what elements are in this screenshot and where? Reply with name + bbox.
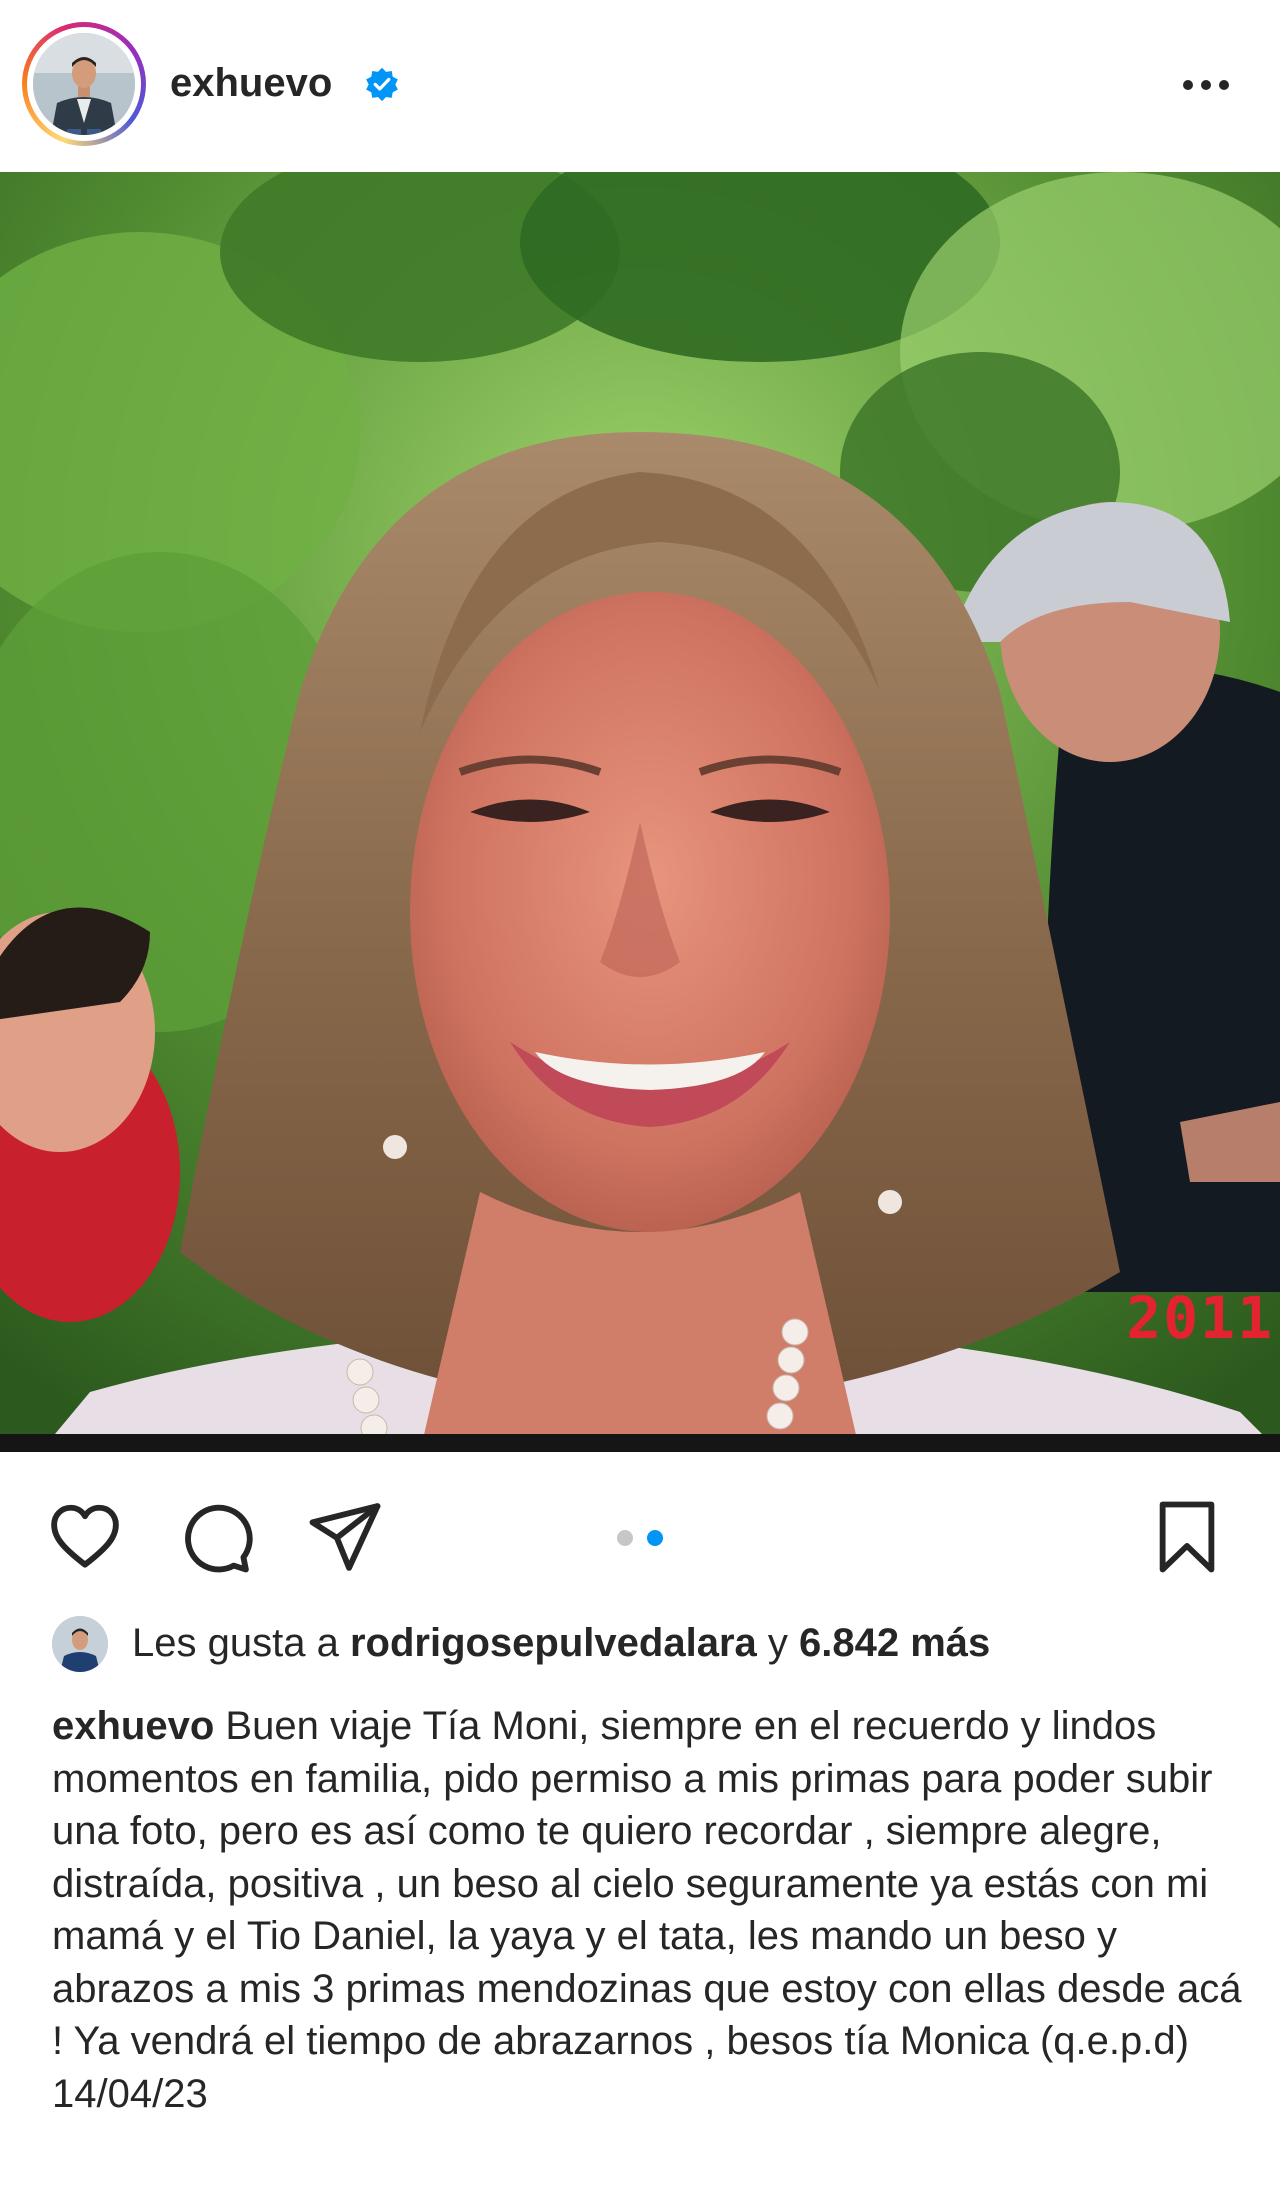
profile-avatar-story-ring[interactable] [22, 22, 146, 146]
paper-plane-icon[interactable] [306, 1498, 384, 1576]
liker-username-link[interactable]: rodrigosepulvedalara [350, 1621, 757, 1665]
caption-username[interactable]: exhuevo [52, 1704, 214, 1748]
profile-avatar-image [33, 33, 135, 135]
heart-icon[interactable] [46, 1498, 124, 1576]
carousel-dot-1 [617, 1530, 633, 1546]
profile-avatar[interactable] [33, 33, 135, 135]
post-username[interactable]: exhuevo [170, 58, 332, 108]
photo-illustration [0, 172, 1280, 1452]
post-caption: exhuevo Buen viaje Tía Moni, siempre en … [52, 1700, 1242, 2120]
likes-prefix: Les gusta a [132, 1621, 339, 1665]
verified-badge-icon [366, 67, 398, 102]
likes-connector: y [767, 1621, 788, 1665]
likes-row[interactable]: Les gusta a rodrigosepulvedalara y 6.842… [52, 1612, 1252, 1682]
more-horizontal-icon[interactable] [1176, 60, 1236, 110]
likes-count-link[interactable]: 6.842 más [799, 1621, 990, 1665]
carousel-dots [612, 1530, 668, 1546]
carousel-dot-2-active [647, 1530, 664, 1546]
post-header: exhuevo [0, 0, 1280, 170]
caption-text: Buen viaje Tía Moni, siempre en el recue… [52, 1704, 1242, 2116]
likes-text: Les gusta a rodrigosepulvedalara y 6.842… [132, 1618, 990, 1668]
photo-date-stamp: 2011 [1126, 1284, 1274, 1352]
liker-avatar[interactable] [52, 1616, 108, 1672]
comment-icon[interactable] [176, 1498, 254, 1576]
action-bar [0, 1452, 1280, 1608]
post-photo[interactable]: 2011 [0, 172, 1280, 1452]
bookmark-icon[interactable] [1148, 1498, 1226, 1576]
